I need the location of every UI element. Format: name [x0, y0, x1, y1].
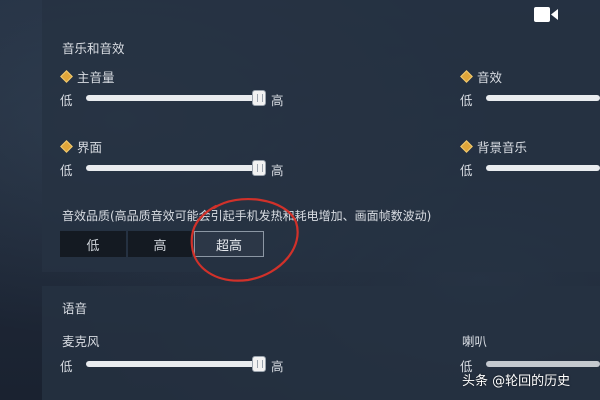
section-title-music: 音乐和音效: [62, 41, 125, 56]
quality-option-high[interactable]: 高: [128, 231, 192, 257]
mic-text: 麦克风: [62, 334, 100, 349]
diamond-icon: [460, 70, 473, 83]
video-record-button[interactable]: [530, 2, 562, 28]
ui-sound-high: 高: [271, 163, 284, 178]
mic-low: 低: [60, 359, 73, 374]
master-volume-label: 主音量: [60, 67, 115, 86]
bgm-text: 背景音乐: [477, 140, 528, 155]
master-volume-slider-thumb[interactable]: [252, 90, 266, 106]
master-volume-low: 低: [60, 93, 73, 108]
diamond-icon: [60, 70, 73, 83]
mic-slider-track[interactable]: [86, 361, 264, 367]
ui-sound-text: 界面: [77, 140, 103, 155]
master-volume-slider-track[interactable]: [86, 95, 264, 101]
quality-title: 音效品质(高品质音效可能会引起手机发热和耗电增加、画面帧数波动): [62, 209, 432, 223]
master-volume-text: 主音量: [77, 70, 115, 85]
watermark-text: 头条 @轮回的历史: [462, 374, 571, 389]
mic-slider-thumb[interactable]: [252, 356, 266, 372]
ui-sound-slider-thumb[interactable]: [252, 160, 266, 176]
quality-option-ultra[interactable]: 超高: [194, 231, 264, 257]
sfx-slider-track[interactable]: [486, 95, 600, 101]
diamond-icon: [60, 140, 73, 153]
ui-sound-low: 低: [60, 163, 73, 178]
bgm-low: 低: [460, 163, 473, 178]
video-camera-icon: [534, 7, 558, 22]
bgm-slider-track[interactable]: [486, 165, 600, 171]
speaker-label: 喇叭: [462, 331, 487, 350]
bgm-label: 背景音乐: [460, 137, 528, 156]
diamond-icon: [460, 140, 473, 153]
mic-label: 麦克风: [62, 331, 100, 350]
speaker-text: 喇叭: [462, 334, 488, 349]
master-volume-high: 高: [271, 93, 284, 108]
mic-high: 高: [271, 359, 284, 374]
sfx-label: 音效: [460, 67, 503, 86]
section-title-voice: 语音: [62, 301, 88, 316]
ui-sound-slider-track[interactable]: [86, 165, 264, 171]
sfx-low: 低: [460, 93, 473, 108]
sfx-text: 音效: [477, 70, 503, 85]
watermark: 头条 @轮回的历史: [462, 370, 570, 389]
speaker-slider-track[interactable]: [486, 361, 600, 367]
quality-option-low[interactable]: 低: [60, 231, 126, 257]
ui-sound-label: 界面: [60, 137, 103, 156]
